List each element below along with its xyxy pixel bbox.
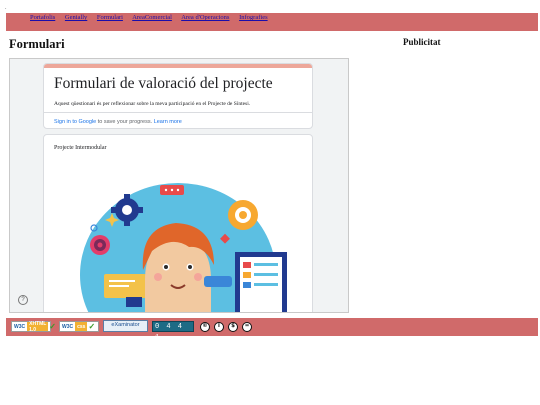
nav-link-area-operacions[interactable]: Area d'Operacions <box>181 14 229 21</box>
ads-heading: Publicitat <box>403 37 441 47</box>
project-illustration <box>80 183 287 312</box>
signin-notice: Sign in to Google to save your progress.… <box>54 119 182 125</box>
laptop-icon <box>126 297 142 307</box>
top-navigation: Portafolis Genially Formulari AreaComerc… <box>6 13 538 31</box>
nc-icon[interactable]: $ <box>228 322 238 332</box>
form-title: Formulari de valoració del projecte <box>54 75 273 92</box>
by-icon[interactable]: i <box>214 322 224 332</box>
nav-links: Portafolis Genially Formulari AreaComerc… <box>30 14 276 21</box>
signin-text: to save your progress. <box>96 119 154 125</box>
gear-icon-orange <box>228 200 258 230</box>
nav-link-portafolis[interactable]: Portafolis <box>30 14 55 21</box>
question-card: Projecte Intermodular <box>43 134 313 312</box>
nav-link-infografies[interactable]: Infografies <box>239 14 268 21</box>
page-footer: W3C XHTML 1.0 ✓ W3C css ✓ eXaminator 0 4… <box>6 318 538 342</box>
nav-link-areacomercial[interactable]: AreaComercial <box>132 14 172 21</box>
message-bubble <box>204 276 232 287</box>
embedded-google-form[interactable]: Formulari de valoració del projecte Aque… <box>9 58 349 313</box>
visit-counter: 0 4 4 1 <box>152 321 194 342</box>
learn-more-link[interactable]: Learn more <box>154 119 182 125</box>
xhtml-label: XHTML 1.0 <box>27 320 49 333</box>
page-title: Formulari <box>9 37 65 51</box>
help-icon[interactable]: ? <box>18 295 28 305</box>
stray-dot: . <box>5 5 7 11</box>
nav-link-genially[interactable]: Genially <box>65 14 87 21</box>
css-label: css <box>75 322 88 331</box>
w3c-xhtml-badge[interactable]: W3C XHTML 1.0 ✓ <box>11 320 56 333</box>
examinator-badge[interactable]: eXaminator <box>103 320 148 332</box>
w3c-logo: W3C <box>14 323 26 330</box>
nd-icon[interactable]: = <box>242 322 252 332</box>
form-accent-bar <box>44 64 312 68</box>
cc-icon[interactable]: © <box>200 322 210 332</box>
form-divider <box>44 112 312 113</box>
check-icon: ✓ <box>88 322 96 331</box>
check-icon: ✓ <box>49 322 56 331</box>
signin-link[interactable]: Sign in to Google <box>54 119 96 125</box>
nav-link-formulari[interactable]: Formulari <box>97 14 123 21</box>
form-description: Aquest qüestionari és per reflexionar so… <box>54 101 251 107</box>
w3c-logo: W3C <box>62 323 74 330</box>
w3c-css-badge[interactable]: W3C css ✓ <box>59 321 99 332</box>
form-header-card: Formulari de valoració del projecte Aque… <box>43 63 313 129</box>
examinator-name: eXaminator <box>111 322 140 328</box>
